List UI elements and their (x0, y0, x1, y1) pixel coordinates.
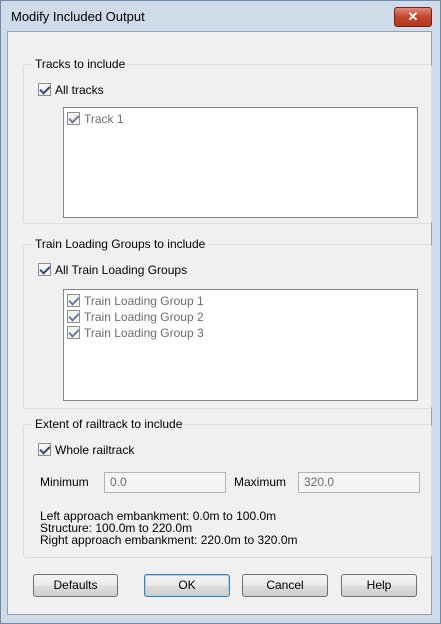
all-tracks-label: All tracks (55, 82, 104, 97)
whole-railtrack-label: Whole railtrack (55, 442, 135, 457)
minimum-field[interactable]: 0.0 (104, 472, 226, 493)
tracks-group-legend: Tracks to include (32, 57, 129, 71)
list-item[interactable]: Train Loading Group 2 (67, 309, 204, 324)
train-loading-groups-listbox[interactable]: Train Loading Group 1 Train Loading Grou… (63, 289, 418, 401)
help-button[interactable]: Help (341, 574, 417, 597)
track-1-label: Track 1 (84, 111, 124, 126)
checkbox-checked-icon (38, 83, 51, 97)
checkbox-checked-icon (67, 326, 80, 340)
all-train-loading-groups-label: All Train Loading Groups (55, 262, 188, 277)
maximum-field[interactable]: 320.0 (298, 472, 420, 493)
train-loading-group-3-label: Train Loading Group 3 (84, 325, 204, 340)
checkbox-checked-icon (38, 263, 51, 277)
checkbox-checked-icon (38, 443, 51, 457)
cancel-button[interactable]: Cancel (242, 574, 328, 597)
train-loading-group-2-label: Train Loading Group 2 (84, 309, 204, 324)
whole-railtrack-checkbox[interactable]: Whole railtrack (38, 442, 134, 457)
checkbox-checked-icon (67, 112, 80, 126)
list-item[interactable]: Train Loading Group 1 (67, 293, 204, 308)
list-item[interactable]: Track 1 (67, 111, 124, 126)
extent-group-legend: Extent of railtrack to include (32, 417, 186, 431)
minimum-label: Minimum (40, 475, 89, 489)
checkbox-checked-icon (67, 310, 80, 324)
checkbox-checked-icon (67, 294, 80, 308)
ok-button[interactable]: OK (144, 574, 230, 597)
extent-info-line-3: Right approach embankment: 220.0m to 320… (40, 533, 298, 547)
list-item[interactable]: Train Loading Group 3 (67, 325, 204, 340)
close-button[interactable]: ✕ (394, 7, 432, 27)
defaults-button[interactable]: Defaults (33, 574, 118, 597)
all-tracks-checkbox[interactable]: All tracks (38, 82, 104, 97)
title-bar[interactable]: Modify Included Output ✕ (1, 1, 440, 33)
all-train-loading-groups-checkbox[interactable]: All Train Loading Groups (38, 262, 187, 277)
close-icon: ✕ (407, 9, 419, 24)
train-loading-groups-legend: Train Loading Groups to include (32, 237, 209, 251)
tracks-listbox[interactable]: Track 1 (63, 107, 418, 218)
train-loading-group-1-label: Train Loading Group 1 (84, 293, 204, 308)
maximum-label: Maximum (234, 475, 287, 489)
window-title: Modify Included Output (11, 9, 145, 24)
